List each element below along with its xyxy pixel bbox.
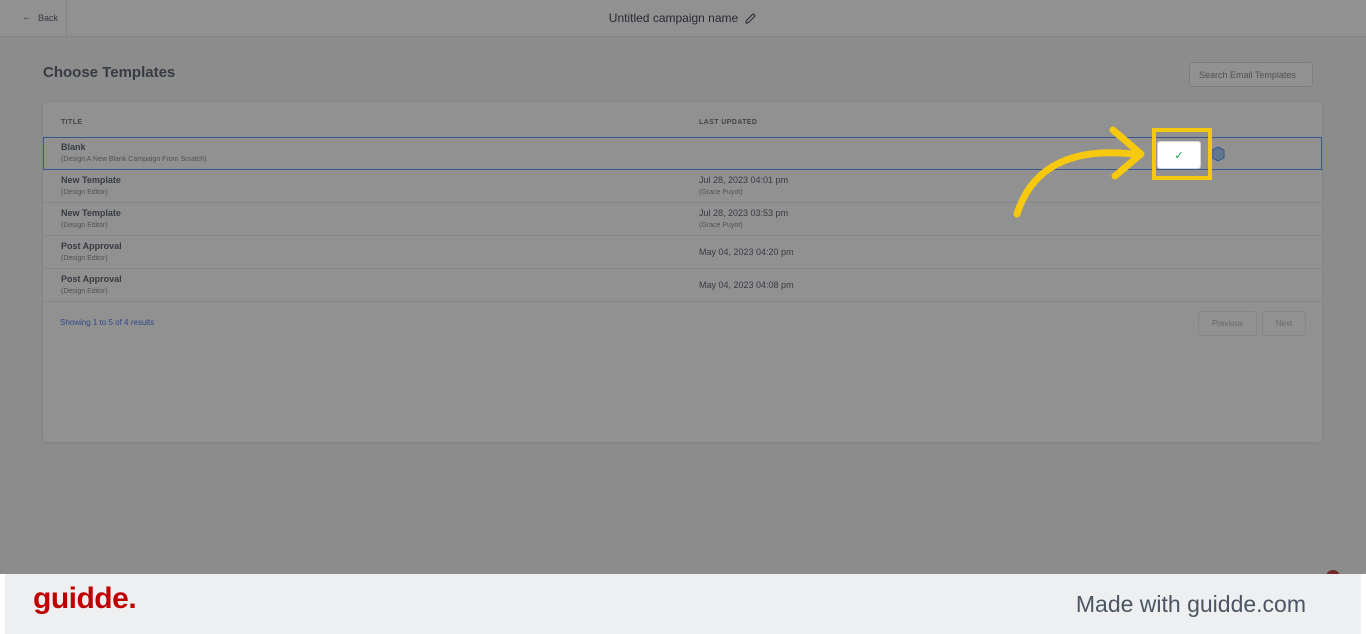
updated-date: May 04, 2023 04:20 pm bbox=[699, 247, 794, 257]
template-name: Blank bbox=[61, 142, 86, 152]
template-title-cell: Blank (Design A New Blank Campaign From … bbox=[61, 141, 207, 167]
template-title-cell: Post Approval (Design Editor) bbox=[61, 240, 122, 266]
template-title-cell: Post Approval (Design Editor) bbox=[61, 273, 122, 299]
search-templates-input[interactable] bbox=[1189, 62, 1313, 87]
updated-date: May 04, 2023 04:08 pm bbox=[699, 280, 794, 290]
template-title-cell: New Template (Design Editor) bbox=[61, 207, 121, 233]
next-page-button[interactable]: Next bbox=[1262, 311, 1306, 336]
last-updated-cell: Jul 28, 2023 03:53 pm (Grace Puyot) bbox=[699, 207, 788, 233]
made-with-text: Made with guidde.com bbox=[1075, 591, 1306, 617]
table-row[interactable]: Blank (Design A New Blank Campaign From … bbox=[43, 137, 1322, 170]
preview-icon[interactable] bbox=[1211, 146, 1225, 162]
updated-date: Jul 28, 2023 04:01 pm bbox=[699, 175, 789, 185]
guidde-footer: guidde. Made with guidde.com bbox=[5, 574, 1361, 634]
template-type: (Design Editor) bbox=[61, 288, 108, 295]
updated-date: Jul 28, 2023 03:53 pm bbox=[699, 208, 789, 218]
pencil-icon[interactable] bbox=[744, 12, 757, 25]
campaign-name-area: Untitled campaign name bbox=[0, 0, 1366, 36]
back-button[interactable]: ← Back bbox=[14, 0, 67, 36]
results-summary: Showing 1 to 5 of 4 results bbox=[60, 318, 155, 327]
template-type: (Design Editor) bbox=[61, 255, 108, 262]
table-row[interactable]: Post Approval (Design Editor) May 04, 20… bbox=[43, 269, 1322, 302]
template-type: (Design Editor) bbox=[61, 189, 108, 196]
template-name: Post Approval bbox=[61, 274, 122, 284]
template-title-cell: New Template (Design Editor) bbox=[61, 174, 121, 200]
templates-table-card: TITLE LAST UPDATED Blank (Design A New B… bbox=[43, 102, 1322, 442]
template-name: Post Approval bbox=[61, 241, 122, 251]
campaign-name[interactable]: Untitled campaign name bbox=[609, 11, 738, 25]
back-label: Back bbox=[38, 13, 59, 23]
last-updated-cell: May 04, 2023 04:20 pm bbox=[699, 246, 794, 258]
select-template-button[interactable]: ✓ bbox=[1157, 141, 1201, 169]
template-type: (Design Editor) bbox=[61, 222, 108, 229]
campaign-editor-page: ← Back Untitled campaign name Choose Tem… bbox=[0, 0, 1366, 574]
arrow-left-icon: ← bbox=[22, 12, 32, 23]
column-header-last-updated: LAST UPDATED bbox=[699, 119, 758, 126]
table-row[interactable]: New Template (Design Editor) Jul 28, 202… bbox=[43, 170, 1322, 203]
template-name: New Template bbox=[61, 208, 121, 218]
updated-by: (Grace Puyot) bbox=[699, 222, 743, 229]
updated-by: (Grace Puyot) bbox=[699, 189, 743, 196]
check-icon: ✓ bbox=[1174, 149, 1184, 162]
last-updated-cell: Jul 28, 2023 04:01 pm (Grace Puyot) bbox=[699, 174, 788, 200]
template-type: (Design A New Blank Campaign From Scratc… bbox=[61, 156, 207, 163]
table-row[interactable]: New Template (Design Editor) Jul 28, 202… bbox=[43, 203, 1322, 236]
guidde-logo: guidde. bbox=[33, 582, 137, 615]
previous-page-button[interactable]: Previous bbox=[1198, 311, 1257, 336]
page-title: Choose Templates bbox=[43, 64, 176, 81]
top-bar: ← Back Untitled campaign name bbox=[0, 0, 1366, 37]
template-name: New Template bbox=[61, 175, 121, 185]
column-header-title: TITLE bbox=[61, 119, 83, 126]
table-row[interactable]: Post Approval (Design Editor) May 04, 20… bbox=[43, 236, 1322, 269]
last-updated-cell: May 04, 2023 04:08 pm bbox=[699, 279, 794, 291]
